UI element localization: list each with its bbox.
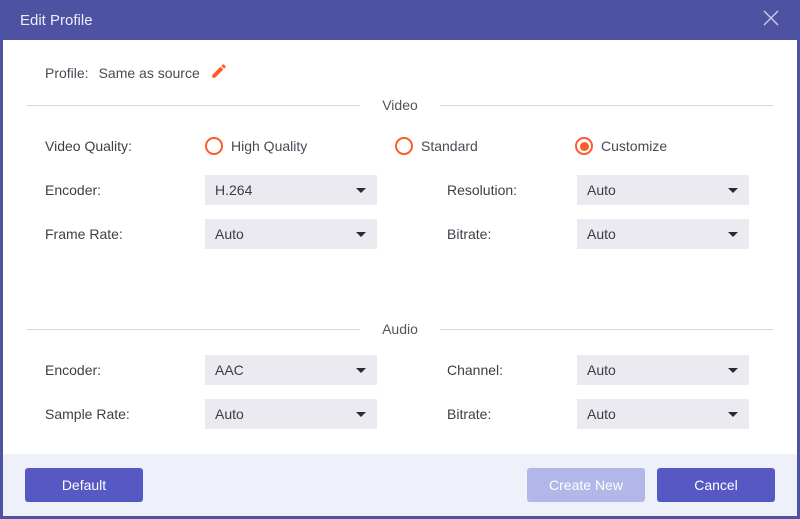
content-area: Profile: Same as source Video Video Qual… xyxy=(3,40,797,454)
select-value: Auto xyxy=(215,226,244,242)
radio-standard[interactable]: Standard xyxy=(395,137,575,155)
audio-bitrate-select[interactable]: Auto xyxy=(577,399,749,429)
create-new-button[interactable]: Create New xyxy=(527,468,645,502)
video-encoder-row: Encoder: H.264 Resolution: Auto xyxy=(45,175,773,205)
video-framerate-row: Frame Rate: Auto Bitrate: Auto xyxy=(45,219,773,249)
video-section-divider: Video xyxy=(27,97,773,113)
radio-high-quality[interactable]: High Quality xyxy=(205,137,395,155)
video-bitrate-label: Bitrate: xyxy=(447,226,577,242)
dialog-footer: Default Create New Cancel xyxy=(3,454,797,516)
audio-samplerate-row: Sample Rate: Auto Bitrate: Auto xyxy=(45,399,773,429)
chevron-down-icon xyxy=(727,406,739,422)
audio-bitrate-label: Bitrate: xyxy=(447,406,577,422)
video-quality-label: Video Quality: xyxy=(45,138,205,154)
chevron-down-icon xyxy=(727,182,739,198)
radio-label: High Quality xyxy=(231,138,307,154)
chevron-down-icon xyxy=(727,226,739,242)
window-title: Edit Profile xyxy=(20,12,93,29)
select-value: Auto xyxy=(587,226,616,242)
profile-row: Profile: Same as source xyxy=(45,62,773,83)
video-resolution-select[interactable]: Auto xyxy=(577,175,749,205)
profile-value: Same as source xyxy=(99,65,200,81)
radio-label: Standard xyxy=(421,138,478,154)
video-encoder-label: Encoder: xyxy=(45,182,205,198)
video-encoder-select[interactable]: H.264 xyxy=(205,175,377,205)
chevron-down-icon xyxy=(355,182,367,198)
audio-samplerate-label: Sample Rate: xyxy=(45,406,205,422)
edit-profile-window: Edit Profile Profile: Same as source Vid… xyxy=(0,0,800,519)
edit-icon[interactable] xyxy=(210,62,228,83)
titlebar: Edit Profile xyxy=(0,0,800,40)
select-value: Auto xyxy=(215,406,244,422)
select-value: Auto xyxy=(587,182,616,198)
default-button[interactable]: Default xyxy=(25,468,143,502)
select-value: H.264 xyxy=(215,182,252,198)
select-value: AAC xyxy=(215,362,244,378)
video-framerate-label: Frame Rate: xyxy=(45,226,205,242)
video-bitrate-select[interactable]: Auto xyxy=(577,219,749,249)
video-quality-row: Video Quality: High Quality Standard Cus… xyxy=(45,131,773,161)
audio-channel-select[interactable]: Auto xyxy=(577,355,749,385)
video-section-label: Video xyxy=(360,97,440,113)
chevron-down-icon xyxy=(355,226,367,242)
audio-section-divider: Audio xyxy=(27,321,773,337)
cancel-button[interactable]: Cancel xyxy=(657,468,775,502)
audio-channel-label: Channel: xyxy=(447,362,577,378)
radio-icon xyxy=(575,137,593,155)
video-quality-radios: High Quality Standard Customize xyxy=(205,137,667,155)
dialog-body: Profile: Same as source Video Video Qual… xyxy=(3,40,797,454)
audio-samplerate-select[interactable]: Auto xyxy=(205,399,377,429)
radio-label: Customize xyxy=(601,138,667,154)
chevron-down-icon xyxy=(727,362,739,378)
select-value: Auto xyxy=(587,406,616,422)
radio-icon xyxy=(395,137,413,155)
chevron-down-icon xyxy=(355,406,367,422)
radio-icon xyxy=(205,137,223,155)
radio-customize[interactable]: Customize xyxy=(575,137,667,155)
audio-encoder-label: Encoder: xyxy=(45,362,205,378)
profile-label: Profile: xyxy=(45,65,89,81)
chevron-down-icon xyxy=(355,362,367,378)
audio-section-label: Audio xyxy=(360,321,440,337)
close-icon[interactable] xyxy=(762,9,780,31)
select-value: Auto xyxy=(587,362,616,378)
video-framerate-select[interactable]: Auto xyxy=(205,219,377,249)
audio-encoder-select[interactable]: AAC xyxy=(205,355,377,385)
audio-encoder-row: Encoder: AAC Channel: Auto xyxy=(45,355,773,385)
video-resolution-label: Resolution: xyxy=(447,182,577,198)
